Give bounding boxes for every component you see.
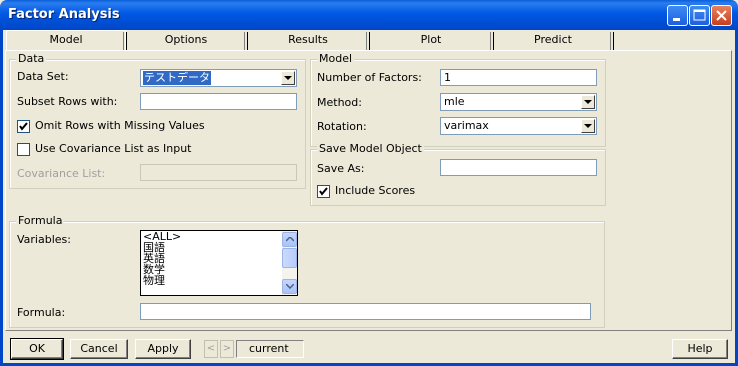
- scroll-up-button[interactable]: [282, 232, 297, 247]
- prev-button[interactable]: <: [204, 340, 218, 358]
- covariance-list-input: [140, 164, 297, 181]
- dropdown-button[interactable]: [281, 71, 295, 85]
- chevron-down-icon: [284, 76, 292, 80]
- tab-plot[interactable]: Plot: [370, 31, 494, 50]
- include-scores-checkbox[interactable]: [317, 185, 330, 198]
- omit-missing-checkbox[interactable]: [17, 120, 30, 133]
- checkmark-icon: [319, 187, 328, 196]
- covariance-list-label: Covariance List:: [17, 167, 106, 180]
- rotation-label: Rotation:: [317, 120, 367, 133]
- tab-results[interactable]: Results: [248, 31, 370, 50]
- save-model-group-title: Save Model Object: [317, 142, 424, 155]
- tab-label: Predict: [534, 33, 572, 46]
- rotation-value: varimax: [444, 119, 489, 132]
- include-scores-label: Include Scores: [335, 184, 416, 197]
- variables-listbox[interactable]: <ALL> 国語 英語 数学 物理: [140, 230, 298, 296]
- window-title: Factor Analysis: [8, 7, 120, 22]
- method-select[interactable]: mle: [440, 93, 597, 111]
- variables-label: Variables:: [17, 233, 71, 246]
- data-group-title: Data: [16, 52, 47, 65]
- num-factors-label: Number of Factors:: [317, 71, 422, 84]
- tab-divider: [610, 32, 614, 50]
- maximize-icon: [693, 9, 706, 21]
- tab-label: Plot: [420, 33, 442, 46]
- save-as-label: Save As:: [317, 162, 365, 175]
- minimize-button[interactable]: [667, 5, 688, 26]
- chevron-down-icon: [584, 100, 592, 104]
- tab-model[interactable]: Model: [6, 30, 127, 50]
- formula-group-title: Formula: [16, 214, 65, 227]
- use-covariance-label: Use Covariance List as Input: [35, 142, 192, 155]
- title-bar[interactable]: Factor Analysis: [0, 0, 738, 30]
- data-set-value: テストデータ: [143, 71, 211, 85]
- close-icon: [716, 10, 727, 21]
- data-set-label: Data Set:: [17, 70, 69, 83]
- maximize-button[interactable]: [689, 5, 710, 26]
- scroll-thumb[interactable]: [282, 248, 297, 268]
- save-as-input[interactable]: [440, 159, 597, 176]
- tab-label: Results: [288, 33, 328, 46]
- next-button[interactable]: >: [220, 340, 234, 358]
- save-model-group: Save Model Object: [310, 142, 606, 206]
- scroll-down-icon: [286, 284, 294, 289]
- method-label: Method:: [317, 96, 362, 109]
- tab-label: Options: [164, 33, 208, 46]
- close-button[interactable]: [711, 5, 732, 26]
- method-value: mle: [444, 95, 465, 108]
- tab-label: Model: [49, 33, 83, 46]
- list-item[interactable]: 物理: [141, 275, 297, 286]
- omit-missing-label: Omit Rows with Missing Values: [35, 119, 205, 132]
- checkmark-icon: [19, 122, 28, 131]
- ok-button[interactable]: OK: [10, 338, 64, 360]
- subset-rows-input[interactable]: [140, 93, 297, 110]
- dropdown-button[interactable]: [581, 95, 595, 109]
- apply-button[interactable]: Apply: [135, 339, 191, 359]
- tab-options[interactable]: Options: [126, 31, 248, 50]
- status-field: current: [236, 340, 304, 358]
- rotation-select[interactable]: varimax: [440, 117, 597, 135]
- minimize-icon: [673, 18, 680, 21]
- cancel-button[interactable]: Cancel: [70, 339, 128, 359]
- formula-input[interactable]: [140, 303, 591, 320]
- use-covariance-checkbox[interactable]: [17, 143, 30, 156]
- chevron-down-icon: [584, 124, 592, 128]
- listbox-scrollbar[interactable]: [282, 231, 297, 295]
- dropdown-button[interactable]: [581, 119, 595, 133]
- scroll-up-icon: [286, 237, 294, 242]
- num-factors-input[interactable]: 1: [440, 69, 597, 86]
- tab-predict[interactable]: Predict: [494, 31, 614, 50]
- model-group-title: Model: [317, 52, 355, 65]
- formula-label: Formula:: [17, 306, 66, 319]
- subset-rows-label: Subset Rows with:: [17, 95, 118, 108]
- scroll-down-button[interactable]: [282, 279, 297, 294]
- help-button[interactable]: Help: [672, 339, 728, 359]
- data-set-select[interactable]: テストデータ: [140, 69, 297, 87]
